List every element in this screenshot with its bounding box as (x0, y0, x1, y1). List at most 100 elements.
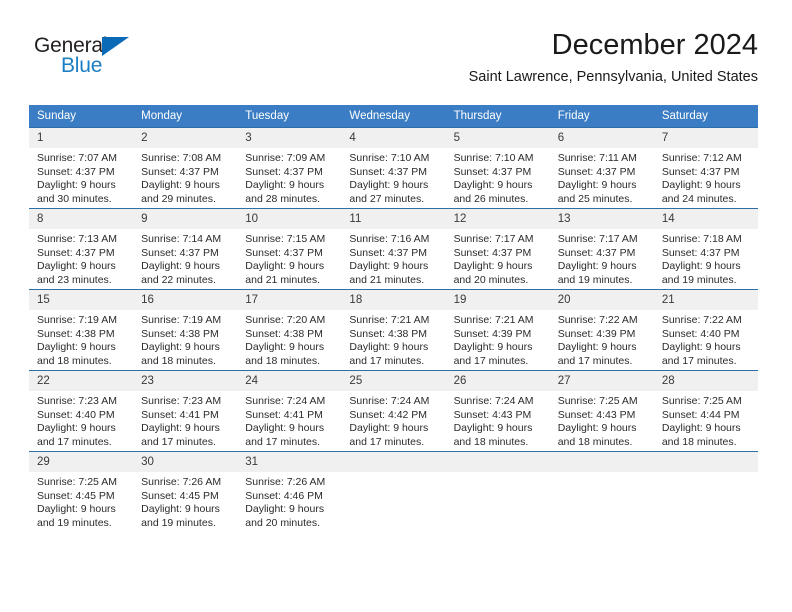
day-cell[interactable]: 27 Sunrise: 7:25 AM Sunset: 4:43 PM Dayl… (549, 370, 654, 452)
daylight-text-line1: Daylight: 9 hours (557, 341, 637, 354)
day-cell[interactable]: 24 Sunrise: 7:24 AM Sunset: 4:41 PM Dayl… (237, 370, 342, 452)
day-cell[interactable]: 15 Sunrise: 7:19 AM Sunset: 4:38 PM Dayl… (29, 289, 134, 371)
day-cell[interactable]: 13 Sunrise: 7:17 AM Sunset: 4:37 PM Dayl… (549, 208, 654, 290)
day-details: Sunrise: 7:25 AM Sunset: 4:45 PM Dayligh… (29, 472, 133, 530)
sunrise-text: Sunrise: 7:11 AM (557, 152, 637, 164)
day-details: Sunrise: 7:13 AM Sunset: 4:37 PM Dayligh… (29, 229, 133, 287)
day-details: Sunrise: 7:11 AM Sunset: 4:37 PM Dayligh… (550, 148, 654, 206)
daylight-text-line2: and 18 minutes. (557, 435, 633, 448)
day-cell[interactable]: 26 Sunrise: 7:24 AM Sunset: 4:43 PM Dayl… (445, 370, 550, 452)
sunrise-text: Sunrise: 7:26 AM (141, 476, 222, 488)
day-cell[interactable]: 31 Sunrise: 7:26 AM Sunset: 4:46 PM Dayl… (237, 451, 342, 532)
daylight-text-line1: Daylight: 9 hours (349, 260, 429, 273)
daylight-text-line1: Daylight: 9 hours (453, 260, 533, 273)
daylight-text-line1: Daylight: 9 hours (245, 260, 325, 273)
daylight-text-line1: Daylight: 9 hours (453, 179, 533, 192)
day-cell[interactable]: 3 Sunrise: 7:09 AM Sunset: 4:37 PM Dayli… (237, 127, 342, 209)
day-number: 24 (237, 371, 342, 391)
day-cell[interactable]: 20 Sunrise: 7:22 AM Sunset: 4:39 PM Dayl… (549, 289, 654, 371)
day-cell[interactable]: 12 Sunrise: 7:17 AM Sunset: 4:37 PM Dayl… (445, 208, 550, 290)
page-title: December 2024 (551, 29, 758, 61)
daylight-text-line2: and 26 minutes. (453, 192, 529, 205)
daylight-text-line2: and 22 minutes. (141, 273, 216, 286)
daylight-text-line2: and 18 minutes. (245, 354, 320, 367)
day-cell[interactable]: 18 Sunrise: 7:21 AM Sunset: 4:38 PM Dayl… (341, 289, 446, 371)
day-cell[interactable]: 22 Sunrise: 7:23 AM Sunset: 4:40 PM Dayl… (29, 370, 134, 452)
day-details: Sunrise: 7:16 AM Sunset: 4:37 PM Dayligh… (341, 229, 445, 287)
sunset-text: Sunset: 4:37 PM (557, 165, 636, 178)
day-cell[interactable]: 7 Sunrise: 7:12 AM Sunset: 4:37 PM Dayli… (653, 127, 758, 209)
day-number: 21 (653, 290, 758, 310)
day-cell[interactable]: 30 Sunrise: 7:26 AM Sunset: 4:45 PM Dayl… (133, 451, 238, 532)
day-details: Sunrise: 7:10 AM Sunset: 4:37 PM Dayligh… (341, 148, 445, 206)
day-number: 29 (29, 452, 134, 472)
day-cell[interactable]: 29 Sunrise: 7:25 AM Sunset: 4:45 PM Dayl… (29, 451, 134, 532)
day-number: 8 (29, 209, 134, 229)
daylight-text-line2: and 17 minutes. (245, 435, 320, 448)
day-cell[interactable]: 9 Sunrise: 7:14 AM Sunset: 4:37 PM Dayli… (133, 208, 238, 290)
location-subtitle: Saint Lawrence, Pennsylvania, United Sta… (468, 69, 758, 85)
sunrise-sunset-calendar: Sunday Monday Tuesday Wednesday Thursday… (29, 105, 758, 532)
day-number: 28 (653, 371, 758, 391)
day-cell[interactable]: 25 Sunrise: 7:24 AM Sunset: 4:42 PM Dayl… (341, 370, 446, 452)
sunset-text: Sunset: 4:40 PM (661, 327, 740, 340)
sunset-text: Sunset: 4:39 PM (557, 327, 636, 340)
day-number: 3 (237, 128, 342, 148)
weekday-header-tuesday: Tuesday (237, 105, 342, 128)
day-cell[interactable]: 16 Sunrise: 7:19 AM Sunset: 4:38 PM Dayl… (133, 289, 238, 371)
day-cell[interactable]: 4 Sunrise: 7:10 AM Sunset: 4:37 PM Dayli… (341, 127, 446, 209)
day-cell[interactable]: 5 Sunrise: 7:10 AM Sunset: 4:37 PM Dayli… (445, 127, 550, 209)
day-cell[interactable]: 21 Sunrise: 7:22 AM Sunset: 4:40 PM Dayl… (653, 289, 758, 371)
day-details: Sunrise: 7:26 AM Sunset: 4:45 PM Dayligh… (133, 472, 237, 530)
day-cell[interactable]: 11 Sunrise: 7:16 AM Sunset: 4:37 PM Dayl… (341, 208, 446, 290)
day-cell[interactable]: 6 Sunrise: 7:11 AM Sunset: 4:37 PM Dayli… (549, 127, 654, 209)
day-cell[interactable]: 14 Sunrise: 7:18 AM Sunset: 4:37 PM Dayl… (653, 208, 758, 290)
day-cell[interactable]: 10 Sunrise: 7:15 AM Sunset: 4:37 PM Dayl… (237, 208, 342, 290)
sunrise-text: Sunrise: 7:19 AM (37, 314, 117, 326)
day-cell[interactable]: 28 Sunrise: 7:25 AM Sunset: 4:44 PM Dayl… (653, 370, 758, 452)
daylight-text-line2: and 21 minutes. (245, 273, 320, 286)
sunrise-text: Sunrise: 7:25 AM (37, 476, 117, 488)
day-number: 9 (133, 209, 238, 229)
day-cell[interactable]: 23 Sunrise: 7:23 AM Sunset: 4:41 PM Dayl… (133, 370, 238, 452)
day-details: Sunrise: 7:26 AM Sunset: 4:46 PM Dayligh… (237, 472, 341, 530)
sunset-text: Sunset: 4:42 PM (349, 408, 428, 421)
daylight-text-line2: and 30 minutes. (37, 192, 112, 205)
day-cell[interactable]: 8 Sunrise: 7:13 AM Sunset: 4:37 PM Dayli… (29, 208, 134, 290)
day-cell[interactable]: 19 Sunrise: 7:21 AM Sunset: 4:39 PM Dayl… (445, 289, 550, 371)
sunrise-text: Sunrise: 7:17 AM (453, 233, 534, 245)
sunset-text: Sunset: 4:44 PM (661, 408, 740, 421)
sunrise-text: Sunrise: 7:24 AM (245, 395, 326, 407)
general-blue-logo[interactable]: General Blue (34, 34, 234, 88)
day-number: 13 (549, 209, 654, 229)
day-number: 4 (341, 128, 446, 148)
weekday-header-saturday: Saturday (653, 105, 758, 128)
sunset-text: Sunset: 4:38 PM (349, 327, 428, 340)
day-cell[interactable]: 2 Sunrise: 7:08 AM Sunset: 4:37 PM Dayli… (133, 127, 238, 209)
daylight-text-line1: Daylight: 9 hours (245, 179, 325, 192)
day-number (653, 452, 758, 472)
calendar-week-row: 29 Sunrise: 7:25 AM Sunset: 4:45 PM Dayl… (29, 451, 758, 532)
day-number: 27 (549, 371, 654, 391)
day-cell-empty (549, 451, 654, 532)
day-details: Sunrise: 7:20 AM Sunset: 4:38 PM Dayligh… (237, 310, 341, 368)
daylight-text-line2: and 25 minutes. (557, 192, 633, 205)
daylight-text-line1: Daylight: 9 hours (141, 341, 220, 354)
daylight-text-line2: and 29 minutes. (141, 192, 216, 205)
day-number: 1 (29, 128, 134, 148)
daylight-text-line2: and 21 minutes. (349, 273, 425, 286)
sunrise-text: Sunrise: 7:21 AM (349, 314, 430, 326)
daylight-text-line2: and 18 minutes. (453, 435, 529, 448)
sunset-text: Sunset: 4:46 PM (245, 489, 323, 502)
weekday-header-thursday: Thursday (445, 105, 550, 128)
day-cell[interactable]: 1 Sunrise: 7:07 AM Sunset: 4:37 PM Dayli… (29, 127, 134, 209)
title-block: December 2024 Saint Lawrence, Pennsylvan… (469, 28, 758, 87)
calendar-page: General Blue December 2024 Saint Lawrenc… (0, 0, 792, 612)
sunrise-text: Sunrise: 7:22 AM (557, 314, 638, 326)
day-cell[interactable]: 17 Sunrise: 7:20 AM Sunset: 4:38 PM Dayl… (237, 289, 342, 371)
day-number: 31 (237, 452, 342, 472)
day-details: Sunrise: 7:18 AM Sunset: 4:37 PM Dayligh… (654, 229, 758, 287)
day-details: Sunrise: 7:07 AM Sunset: 4:37 PM Dayligh… (29, 148, 133, 206)
daylight-text-line1: Daylight: 9 hours (557, 422, 637, 435)
sunset-text: Sunset: 4:37 PM (349, 165, 428, 178)
